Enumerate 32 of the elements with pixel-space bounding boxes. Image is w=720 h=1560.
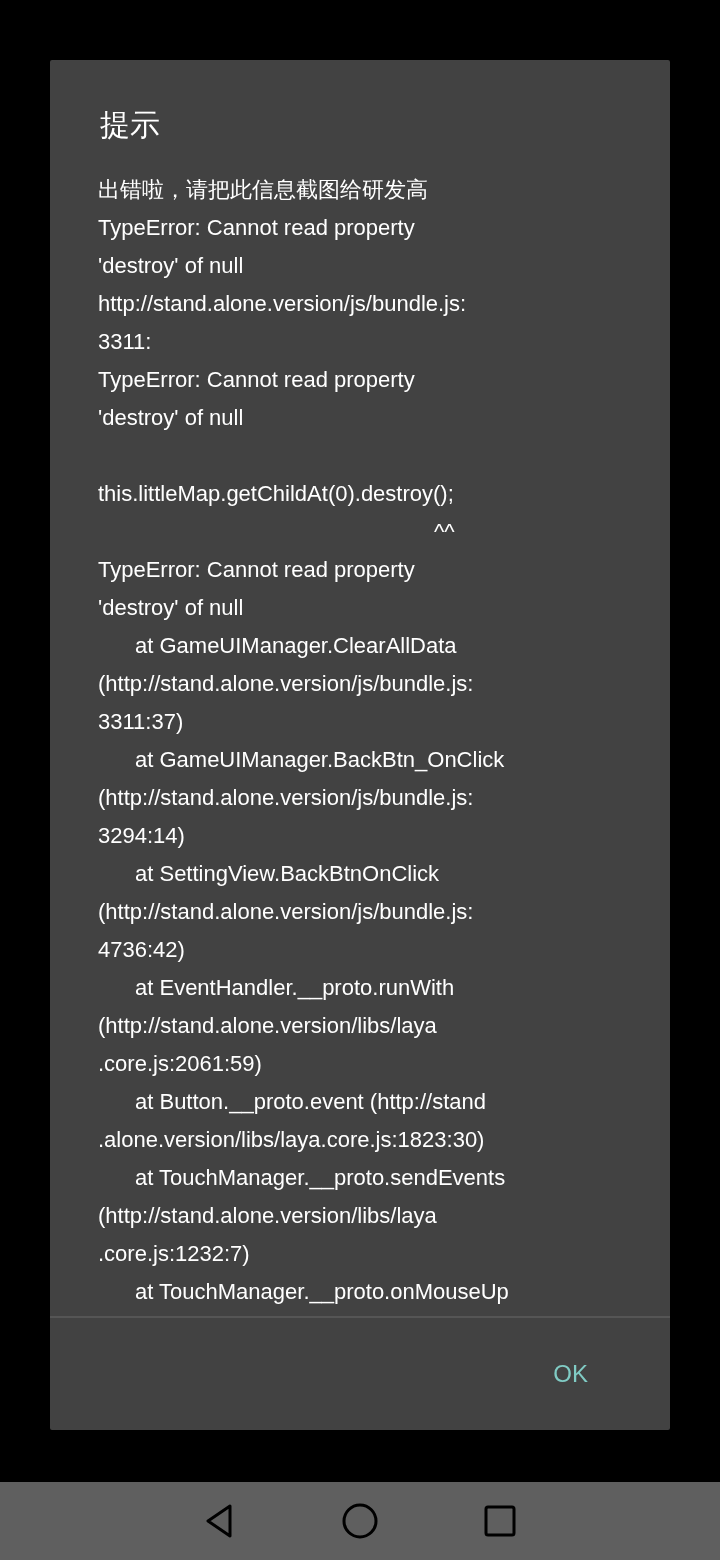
message-line: at GameUIManager.ClearAllData	[135, 632, 457, 660]
message-line: TypeError: Cannot read property	[98, 214, 415, 242]
message-line: 出错啦，请把此信息截图给研发高	[98, 176, 428, 204]
message-line: TypeError: Cannot read property	[98, 556, 415, 584]
message-line: 'destroy' of null	[98, 404, 244, 432]
message-line: .alone.version/libs/laya.core.js:1823:30)	[98, 1126, 485, 1154]
message-line: at EventHandler.__proto.runWith	[135, 974, 455, 1002]
message-line: 3311:37)	[98, 708, 184, 736]
message-line: .core.js:2061:59)	[98, 1050, 262, 1078]
message-line: (http://stand.alone.version/js/bundle.js:	[98, 784, 474, 812]
message-line: (http://stand.alone.version/js/bundle.js:	[98, 670, 474, 698]
message-line: at TouchManager.__proto.sendEvents	[135, 1164, 506, 1192]
home-icon[interactable]	[340, 1501, 380, 1541]
message-line: at Button.__proto.event (http://stand	[135, 1088, 486, 1116]
message-line: at SettingView.BackBtnOnClick	[135, 860, 440, 888]
message-line: ^^	[434, 518, 455, 546]
message-line: at TouchManager.__proto.onMouseUp	[135, 1278, 509, 1306]
message-line: 4736:42)	[98, 936, 185, 964]
message-line: .core.js:1232:7)	[98, 1240, 250, 1268]
message-line: 'destroy' of null	[98, 594, 244, 622]
message-line: (http://stand.alone.version/libs/laya	[98, 1012, 437, 1040]
message-line: this.littleMap.getChildAt(0).destroy();	[98, 480, 454, 508]
message-line: (http://stand.alone.version/js/bundle.js:	[98, 898, 474, 926]
message-line: 3294:14)	[98, 822, 185, 850]
message-line: http://stand.alone.version/js/bundle.js:	[98, 290, 467, 318]
message-line: 'destroy' of null	[98, 252, 244, 280]
ok-button[interactable]: OK	[541, 1352, 600, 1396]
message-line: TypeError: Cannot read property	[98, 366, 415, 394]
dialog-title: 提示	[100, 106, 160, 144]
message-line: (http://stand.alone.version/libs/laya	[98, 1202, 437, 1230]
message-line: at GameUIManager.BackBtn_OnClick	[135, 746, 505, 774]
message-line: 3311:	[98, 328, 152, 356]
